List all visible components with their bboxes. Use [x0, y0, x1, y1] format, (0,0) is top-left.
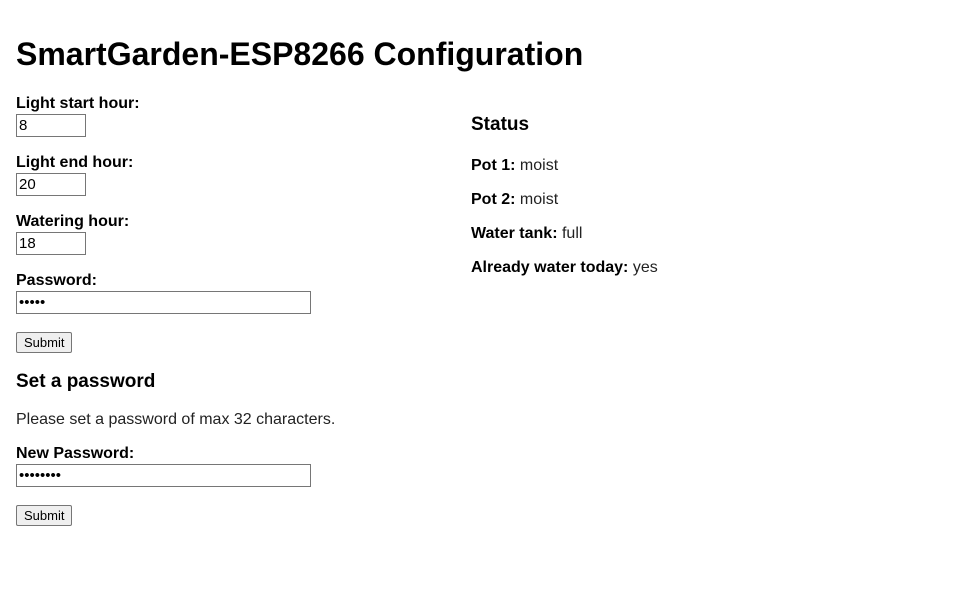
- password-label: Password:: [16, 272, 97, 289]
- watering-hour-input[interactable]: [16, 232, 86, 255]
- status-heading: Status: [471, 114, 530, 135]
- status-water-tank-value: full: [561, 225, 583, 242]
- status-pot2: Pot 2: moist: [471, 190, 911, 209]
- new-password-input[interactable]: [16, 464, 311, 487]
- watering-hour-label: Watering hour:: [16, 213, 130, 230]
- status-already-watered: Already water today: yes: [471, 258, 911, 277]
- config-form: Light start hour: Light end hour: Wateri…: [16, 94, 436, 526]
- light-start-field: Light start hour:: [16, 94, 436, 137]
- status-pot1-value: moist: [519, 157, 559, 174]
- watering-field: Watering hour:: [16, 212, 436, 255]
- set-password-note: Please set a password of max 32 characte…: [16, 411, 336, 428]
- status-panel: Status Pot 1: moist Pot 2: moist Water t…: [471, 114, 911, 277]
- password-input[interactable]: [16, 291, 311, 314]
- light-end-input[interactable]: [16, 173, 86, 196]
- status-pot1: Pot 1: moist: [471, 156, 911, 175]
- password-field: Password:: [16, 271, 436, 314]
- light-start-label: Light start hour:: [16, 95, 140, 112]
- light-end-label: Light end hour:: [16, 154, 134, 171]
- light-start-input[interactable]: [16, 114, 86, 137]
- status-pot2-label: Pot 2:: [471, 191, 516, 208]
- status-already-watered-label: Already water today:: [471, 259, 629, 276]
- status-pot2-value: moist: [519, 191, 559, 208]
- new-password-label: New Password:: [16, 445, 135, 462]
- new-password-field: New Password:: [16, 444, 436, 487]
- page-title: SmartGarden-ESP8266 Configuration: [16, 36, 584, 72]
- status-pot1-label: Pot 1:: [471, 157, 516, 174]
- status-water-tank-label: Water tank:: [471, 225, 558, 242]
- status-water-tank: Water tank: full: [471, 224, 911, 243]
- config-submit-button[interactable]: Submit: [16, 332, 73, 353]
- light-end-field: Light end hour:: [16, 153, 436, 196]
- page: SmartGarden-ESP8266 Configuration Light …: [0, 0, 956, 594]
- set-password-heading: Set a password: [16, 371, 156, 392]
- set-password-submit-button[interactable]: Submit: [16, 505, 73, 526]
- status-already-watered-value: yes: [632, 259, 658, 276]
